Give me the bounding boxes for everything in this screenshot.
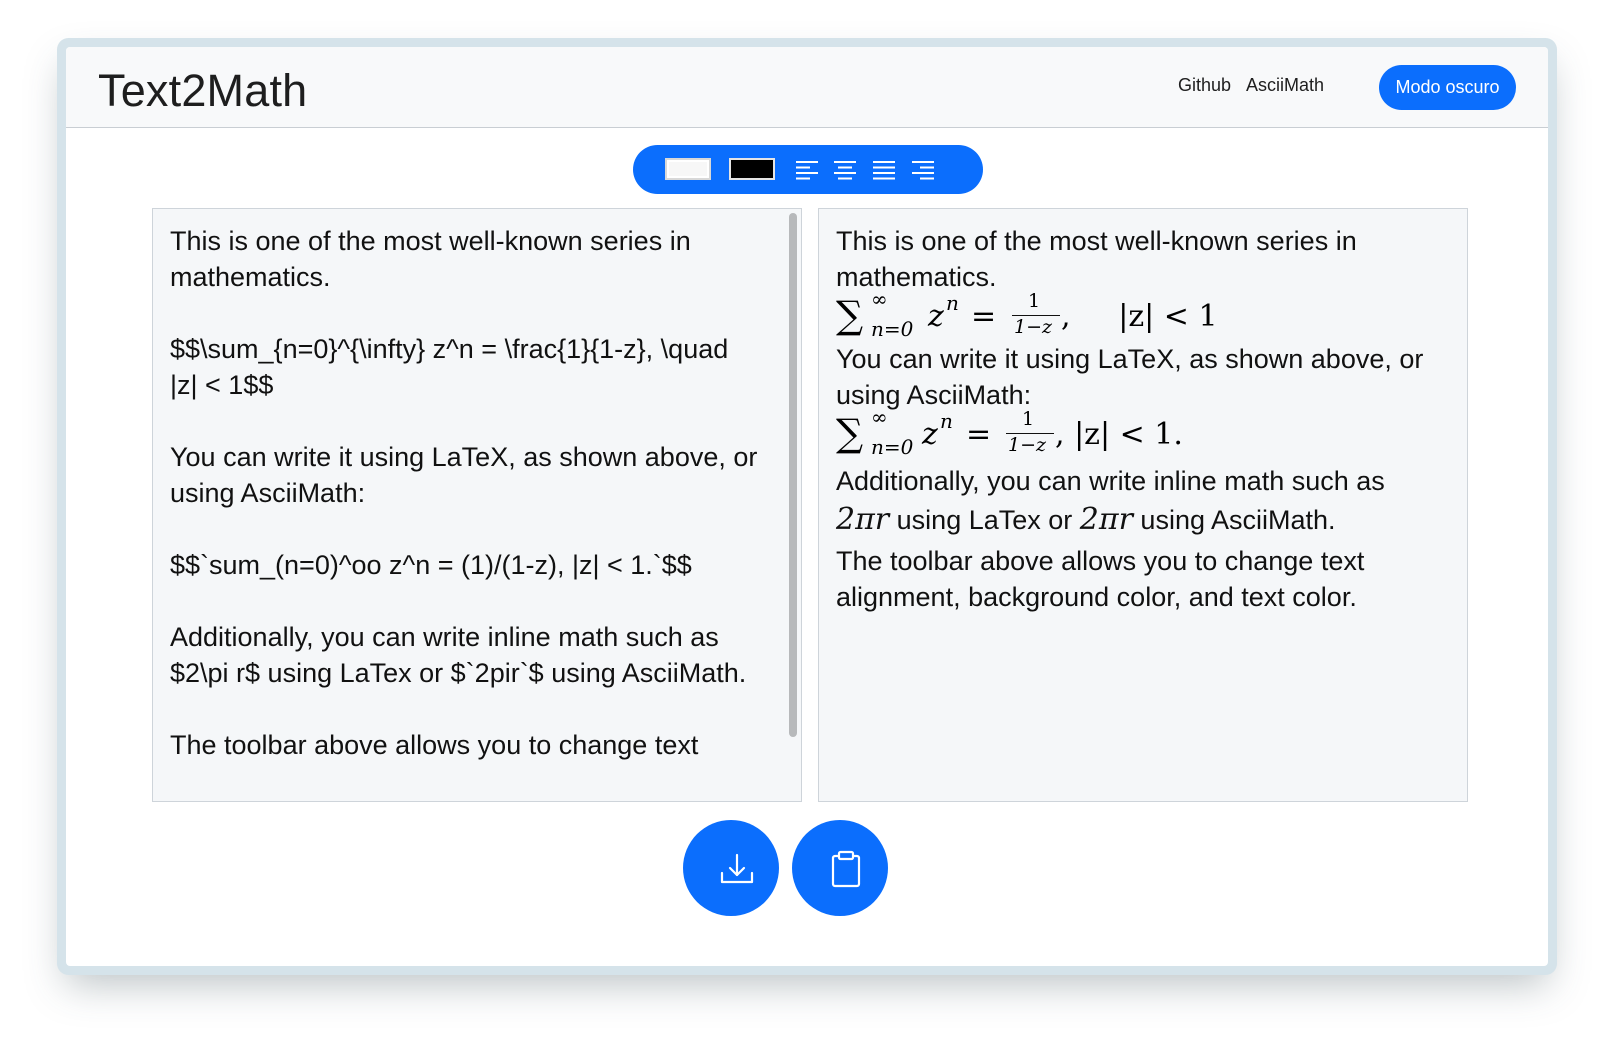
align-justify-icon[interactable] xyxy=(871,159,897,181)
eq2-condition: , |z| < 1. xyxy=(1055,417,1183,452)
latex-editor[interactable]: This is one of the most well-known serie… xyxy=(152,208,802,802)
eq1-exponent: n xyxy=(946,291,959,315)
white-background-swatch[interactable] xyxy=(665,158,711,180)
preview-paragraph-4: The toolbar above allows you to change t… xyxy=(836,546,1365,612)
sum-upper-limit-2: ∞ xyxy=(871,405,888,429)
preview-paragraph-1: This is one of the most well-known serie… xyxy=(836,226,1357,292)
navbar: Text2Math Github AsciiMath Modo oscuro xyxy=(66,47,1548,128)
sum-lower-limit: n=0 xyxy=(871,317,914,341)
align-left-icon[interactable] xyxy=(794,159,820,181)
preview-equation-1: ∑ ∞ n=0 z n = 1 1−z , |z| < 1 xyxy=(836,287,1296,341)
copy-button[interactable] xyxy=(792,820,888,916)
app-window: Text2Math Github AsciiMath Modo oscuro T… xyxy=(66,47,1548,966)
eq2-exponent: n xyxy=(940,409,953,433)
nav-link-asciimath[interactable]: AsciiMath xyxy=(1246,75,1324,96)
download-button[interactable] xyxy=(683,820,779,916)
p3-text-a: Additionally, you can write inline math … xyxy=(836,466,1385,496)
sum-upper-limit: ∞ xyxy=(871,287,888,311)
clipboard-icon xyxy=(831,850,861,888)
eq2-numerator: 1 xyxy=(1022,408,1035,430)
editor-scrollbar[interactable] xyxy=(789,213,797,737)
align-center-icon[interactable] xyxy=(832,159,858,181)
dark-mode-button[interactable]: Modo oscuro xyxy=(1379,65,1516,110)
sum-symbol: ∑ xyxy=(836,293,864,337)
download-icon xyxy=(720,853,754,884)
eq1-numerator: 1 xyxy=(1028,290,1041,312)
preview-paragraph-3: Additionally, you can write inline math … xyxy=(836,463,1456,541)
eq2-variable: z xyxy=(922,417,938,452)
eq1-equals: = xyxy=(971,299,997,334)
inline-math-asciimath: 2πr xyxy=(1079,502,1133,537)
eq1-variable: z xyxy=(928,299,944,334)
preview-equation-2: ∑ ∞ n=0 z n = 1 1−z , |z| < 1. xyxy=(836,405,1256,459)
sum-symbol-2: ∑ xyxy=(836,411,864,455)
eq2-denominator: 1−z xyxy=(1008,434,1047,456)
eq1-condition: , |z| < 1 xyxy=(1061,299,1218,334)
align-right-icon[interactable] xyxy=(910,159,936,181)
preview-paragraph-2: You can write it using LaTeX, as shown a… xyxy=(836,344,1424,410)
editor-text[interactable]: This is one of the most well-known serie… xyxy=(170,223,760,763)
inline-math-latex: 2πr xyxy=(836,502,890,537)
p3-text-c: using AsciiMath. xyxy=(1132,505,1336,535)
black-background-swatch[interactable] xyxy=(729,158,775,180)
eq1-denominator: 1−z xyxy=(1014,316,1053,338)
rendered-preview: This is one of the most well-known serie… xyxy=(818,208,1468,802)
p3-text-b: using LaTex or xyxy=(889,505,1080,535)
sum-lower-limit-2: n=0 xyxy=(871,435,914,459)
eq2-equals: = xyxy=(966,417,992,452)
brand-title[interactable]: Text2Math xyxy=(98,65,307,117)
nav-link-github[interactable]: Github xyxy=(1178,75,1231,96)
format-toolbar xyxy=(633,145,983,194)
